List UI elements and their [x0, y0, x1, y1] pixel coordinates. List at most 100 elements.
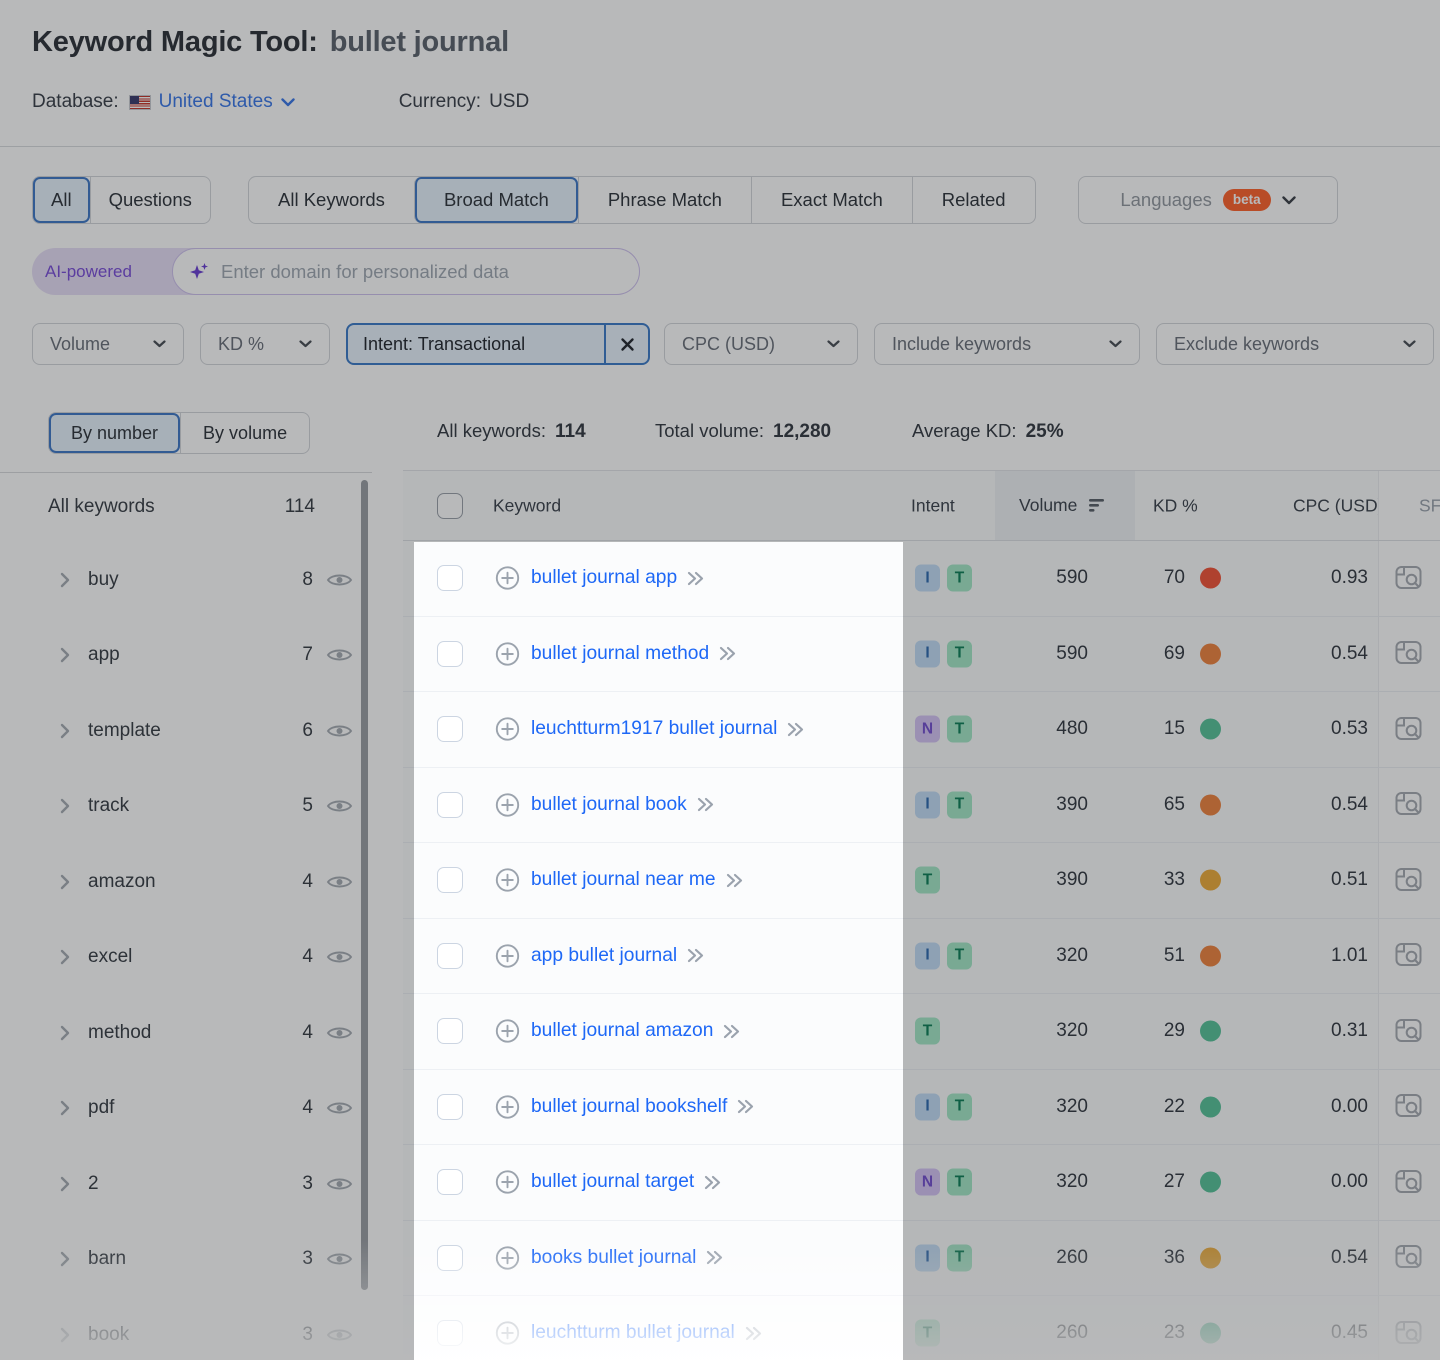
- serp-features-icon[interactable]: [1394, 564, 1425, 593]
- eye-icon[interactable]: [326, 1024, 353, 1041]
- eye-icon[interactable]: [326, 798, 353, 815]
- keyword-group-row[interactable]: template 6: [0, 693, 372, 769]
- open-keyword-icon[interactable]: [744, 1326, 764, 1341]
- chevron-right-icon[interactable]: [60, 1176, 70, 1192]
- keyword-link[interactable]: leuchtturm1917 bullet journal: [531, 718, 777, 740]
- open-keyword-icon[interactable]: [722, 1024, 742, 1039]
- keyword-link[interactable]: leuchtturm bullet journal: [531, 1322, 735, 1344]
- eye-icon[interactable]: [326, 1100, 353, 1117]
- sidebar-all-keywords[interactable]: All keywords 114: [48, 489, 315, 525]
- add-to-list-icon[interactable]: [495, 1094, 520, 1119]
- kd-filter[interactable]: KD %: [200, 323, 330, 365]
- open-keyword-icon[interactable]: [705, 1250, 725, 1265]
- row-checkbox[interactable]: [437, 1018, 463, 1044]
- chevron-right-icon[interactable]: [60, 647, 70, 663]
- tab-questions[interactable]: Questions: [90, 177, 210, 223]
- chevron-right-icon[interactable]: [60, 1025, 70, 1041]
- chevron-right-icon[interactable]: [60, 949, 70, 965]
- chevron-right-icon[interactable]: [60, 1327, 70, 1343]
- row-checkbox[interactable]: [437, 943, 463, 969]
- tab-broad-match[interactable]: Broad Match: [414, 177, 578, 223]
- row-checkbox[interactable]: [437, 1094, 463, 1120]
- keyword-link[interactable]: bullet journal near me: [531, 869, 716, 891]
- select-all-checkbox[interactable]: [437, 493, 463, 519]
- column-volume[interactable]: Volume: [995, 471, 1135, 540]
- keyword-group-row[interactable]: 2 3: [0, 1146, 372, 1222]
- eye-icon[interactable]: [326, 571, 353, 588]
- tab-phrase-match[interactable]: Phrase Match: [578, 177, 751, 223]
- eye-icon[interactable]: [326, 722, 353, 739]
- chevron-right-icon[interactable]: [60, 874, 70, 890]
- keyword-group-row[interactable]: track 5: [0, 769, 372, 845]
- chevron-right-icon[interactable]: [60, 1251, 70, 1267]
- add-to-list-icon[interactable]: [495, 792, 520, 817]
- open-keyword-icon[interactable]: [786, 722, 806, 737]
- keyword-group-row[interactable]: pdf 4: [0, 1071, 372, 1147]
- row-checkbox[interactable]: [437, 565, 463, 591]
- sidebar-scrollbar[interactable]: [361, 480, 368, 1290]
- serp-features-icon[interactable]: [1394, 1168, 1425, 1197]
- chevron-right-icon[interactable]: [60, 798, 70, 814]
- toggle-by-volume[interactable]: By volume: [180, 413, 309, 453]
- exclude-keywords-filter[interactable]: Exclude keywords: [1156, 323, 1434, 365]
- add-to-list-icon[interactable]: [495, 868, 520, 893]
- languages-dropdown[interactable]: Languages beta: [1078, 176, 1338, 224]
- column-kd[interactable]: KD %: [1153, 495, 1198, 516]
- row-checkbox[interactable]: [437, 792, 463, 818]
- keyword-link[interactable]: books bullet journal: [531, 1247, 696, 1269]
- row-checkbox[interactable]: [437, 641, 463, 667]
- serp-features-icon[interactable]: [1394, 715, 1425, 744]
- open-keyword-icon[interactable]: [736, 1099, 756, 1114]
- keyword-link[interactable]: bullet journal book: [531, 794, 687, 816]
- keyword-link[interactable]: bullet journal app: [531, 567, 677, 589]
- keyword-group-row[interactable]: book 3: [0, 1297, 372, 1360]
- open-keyword-icon[interactable]: [725, 873, 745, 888]
- tab-all-keywords[interactable]: All Keywords: [249, 177, 414, 223]
- keyword-group-row[interactable]: barn 3: [0, 1222, 372, 1298]
- intent-filter-clear-button[interactable]: [604, 325, 648, 363]
- add-to-list-icon[interactable]: [495, 717, 520, 742]
- keyword-link[interactable]: bullet journal amazon: [531, 1020, 713, 1042]
- eye-icon[interactable]: [326, 1326, 353, 1343]
- add-to-list-icon[interactable]: [495, 1245, 520, 1270]
- add-to-list-icon[interactable]: [495, 1019, 520, 1044]
- tab-exact-match[interactable]: Exact Match: [751, 177, 912, 223]
- add-to-list-icon[interactable]: [495, 566, 520, 591]
- tab-all[interactable]: All: [33, 177, 90, 223]
- eye-icon[interactable]: [326, 949, 353, 966]
- column-serp-features[interactable]: SF: [1378, 471, 1440, 540]
- open-keyword-icon[interactable]: [718, 646, 738, 661]
- keyword-link[interactable]: bullet journal target: [531, 1171, 694, 1193]
- open-keyword-icon[interactable]: [686, 948, 706, 963]
- row-checkbox[interactable]: [437, 1169, 463, 1195]
- keyword-group-row[interactable]: method 4: [0, 995, 372, 1071]
- serp-features-icon[interactable]: [1394, 1243, 1425, 1272]
- row-checkbox[interactable]: [437, 1245, 463, 1271]
- chevron-right-icon[interactable]: [60, 572, 70, 588]
- serp-features-icon[interactable]: [1394, 639, 1425, 668]
- eye-icon[interactable]: [326, 873, 353, 890]
- row-checkbox[interactable]: [437, 867, 463, 893]
- eye-icon[interactable]: [326, 647, 353, 664]
- open-keyword-icon[interactable]: [686, 571, 706, 586]
- eye-icon[interactable]: [326, 1175, 353, 1192]
- serp-features-icon[interactable]: [1394, 1092, 1425, 1121]
- eye-icon[interactable]: [326, 1251, 353, 1268]
- column-intent[interactable]: Intent: [911, 495, 955, 516]
- chevron-right-icon[interactable]: [60, 1100, 70, 1116]
- keyword-group-row[interactable]: excel 4: [0, 920, 372, 996]
- add-to-list-icon[interactable]: [495, 943, 520, 968]
- keyword-group-row[interactable]: buy 8: [0, 542, 372, 618]
- serp-features-icon[interactable]: [1394, 1017, 1425, 1046]
- serp-features-icon[interactable]: [1394, 790, 1425, 819]
- keyword-group-row[interactable]: app 7: [0, 618, 372, 694]
- column-keyword[interactable]: Keyword: [493, 495, 561, 516]
- add-to-list-icon[interactable]: [495, 1321, 520, 1346]
- open-keyword-icon[interactable]: [696, 797, 716, 812]
- keyword-group-row[interactable]: amazon 4: [0, 844, 372, 920]
- include-keywords-filter[interactable]: Include keywords: [874, 323, 1140, 365]
- keyword-link[interactable]: app bullet journal: [531, 945, 677, 967]
- add-to-list-icon[interactable]: [495, 641, 520, 666]
- row-checkbox[interactable]: [437, 716, 463, 742]
- cpc-filter[interactable]: CPC (USD): [664, 323, 858, 365]
